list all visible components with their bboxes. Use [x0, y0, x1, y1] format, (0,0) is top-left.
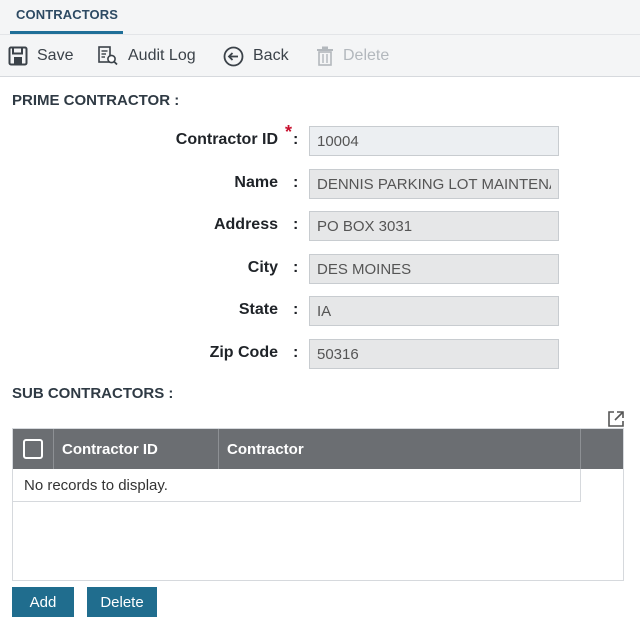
name-field	[309, 169, 559, 199]
city-row: City :	[0, 254, 640, 284]
active-tab-indicator	[10, 31, 123, 34]
zip-code-label: Zip Code	[209, 344, 278, 361]
toolbar: Save Audit Log Back Delete	[0, 35, 640, 77]
colon: :	[293, 259, 299, 276]
address-row: Address :	[0, 211, 640, 241]
address-field	[309, 211, 559, 241]
delete-toolbar-label: Delete	[343, 47, 390, 64]
delete-button[interactable]: Delete	[87, 587, 157, 617]
zip-code-row: Zip Code :	[0, 339, 640, 369]
colon: :	[293, 301, 299, 318]
add-button[interactable]: Add	[12, 587, 74, 617]
save-button[interactable]: Save	[8, 35, 73, 77]
empty-grid-message: No records to display.	[13, 469, 581, 502]
colon: :	[293, 216, 299, 233]
column-header-contractor[interactable]: Contractor	[219, 429, 581, 469]
contractor-id-label: Contractor ID	[175, 131, 278, 148]
audit-log-icon	[98, 46, 118, 66]
city-field	[309, 254, 559, 284]
save-icon	[8, 46, 28, 66]
select-all-checkbox[interactable]	[23, 439, 43, 459]
delete-toolbar-button: Delete	[316, 35, 389, 77]
name-row: Name :	[0, 169, 640, 199]
tab-bar: CONTRACTORS	[0, 0, 640, 35]
colon: :	[293, 344, 299, 361]
contractor-id-row: Contractor ID * :	[0, 122, 640, 156]
colon: :	[293, 131, 299, 148]
tab-contractors[interactable]: CONTRACTORS	[10, 0, 124, 35]
column-header-contractor-id[interactable]: Contractor ID	[54, 429, 219, 469]
required-marker: *	[285, 122, 293, 142]
prime-contractor-heading: PRIME CONTRACTOR :	[12, 92, 180, 109]
sub-contractors-heading: SUB CONTRACTORS :	[12, 385, 174, 402]
state-label: State	[238, 301, 278, 318]
name-label: Name	[234, 174, 278, 191]
back-button[interactable]: Back	[223, 35, 289, 77]
select-all-cell	[13, 429, 54, 469]
grid-header: Contractor ID Contractor	[13, 429, 623, 469]
zip-code-field	[309, 339, 559, 369]
back-label: Back	[253, 47, 289, 64]
state-row: State :	[0, 296, 640, 326]
state-field	[309, 296, 559, 326]
audit-log-button[interactable]: Audit Log	[97, 35, 196, 77]
contractor-id-field[interactable]	[309, 126, 559, 156]
export-icon[interactable]	[607, 410, 625, 428]
city-label: City	[247, 259, 278, 276]
address-label: Address	[213, 216, 278, 233]
trash-icon	[317, 46, 333, 66]
sub-contractors-grid: Contractor ID Contractor No records to d…	[12, 428, 624, 581]
audit-log-label: Audit Log	[128, 47, 196, 64]
save-label: Save	[37, 47, 74, 64]
back-arrow-icon	[223, 46, 244, 66]
colon: :	[293, 174, 299, 191]
